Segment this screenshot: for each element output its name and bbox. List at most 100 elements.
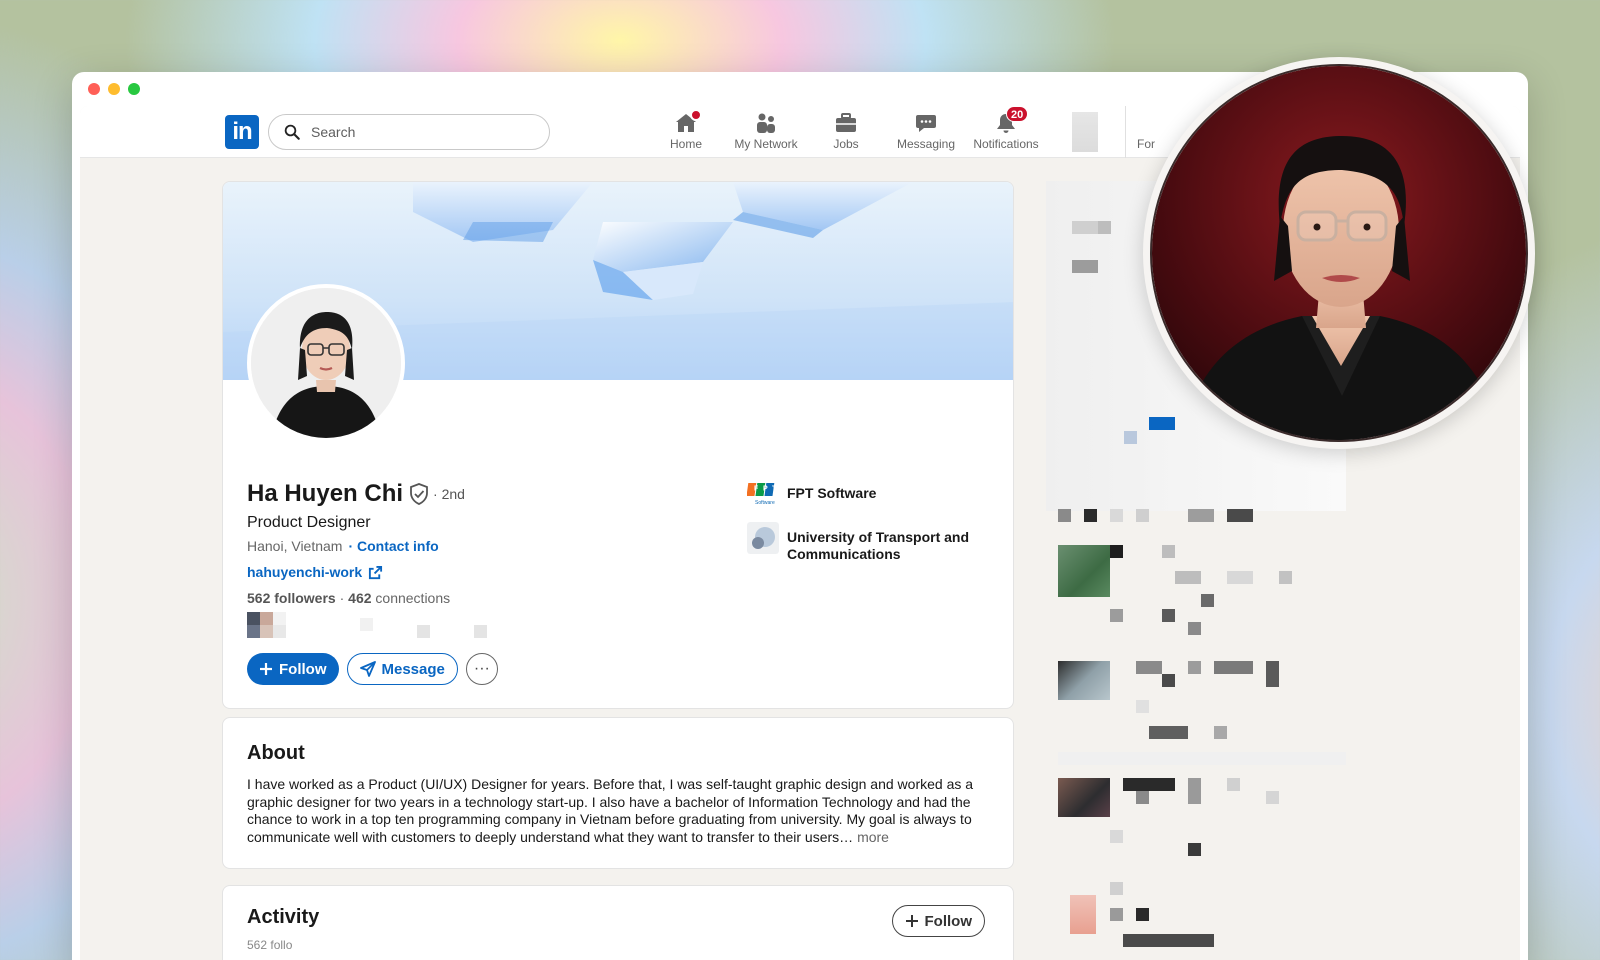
sidebar-block [1227,571,1253,584]
nav-home[interactable]: Home [646,109,726,155]
me-avatar-pixelated[interactable] [1072,112,1098,152]
follow-button[interactable]: Follow [247,653,339,685]
sidebar-block [1162,674,1175,687]
experience-education-list: F P T Software FPT Software University o… [747,478,997,575]
profile-avatar[interactable] [247,284,405,442]
sidebar-block [1123,934,1214,947]
svg-text:P: P [763,486,768,493]
sidebar-block [1149,726,1188,739]
sidebar-block [1084,509,1097,522]
mutual-connections-pixelated[interactable] [247,612,487,638]
svg-text:T: T [772,486,777,493]
sidebar-block [1110,908,1123,921]
more-actions-button[interactable]: ··· [465,653,498,685]
education-item[interactable]: University of Transport and Communicatio… [747,522,997,563]
for-business-label[interactable]: For [1137,137,1155,151]
sidebar-block [1266,661,1279,687]
about-card: About I have worked as a Product (UI/UX)… [222,717,1014,869]
sidebar-block [1110,545,1123,558]
sidebar-block [1110,830,1123,843]
website-link[interactable]: hahuyenchi-work [247,564,383,580]
sidebar-block [1072,260,1098,273]
website-text: hahuyenchi-work [247,564,363,580]
sidebar-block [1214,726,1227,739]
activity-title: Activity [247,906,320,928]
sidebar-block [1201,594,1214,607]
search-icon [284,124,300,140]
sidebar-block [1123,778,1175,791]
zoom-window-button[interactable] [128,83,140,95]
sidebar-avatar-block [1058,545,1110,597]
sidebar-block [1188,778,1201,804]
fpt-logo: F P T Software [747,478,779,510]
sidebar-block [1124,431,1137,444]
search-input[interactable] [311,124,531,140]
profile-photo [251,288,401,438]
sidebar-block [1058,509,1071,522]
magnified-portrait [1150,64,1528,442]
followers-count[interactable]: 562 followers [247,590,336,606]
sidebar-block [1136,908,1149,921]
verified-shield-icon[interactable] [409,483,429,505]
nav-notifications-label: Notifications [973,137,1039,151]
sidebar-block [1110,609,1123,622]
sidebar-block [1214,661,1253,674]
nav-my-network[interactable]: My Network [726,111,806,155]
linkedin-logo[interactable]: in [225,115,259,149]
nav-my-network-label: My Network [734,137,798,151]
contact-info-link[interactable]: · Contact info [348,538,438,554]
sidebar-block [1188,622,1201,635]
nav-jobs[interactable]: Jobs [806,111,886,155]
sidebar-block [1188,509,1214,522]
briefcase-icon [836,113,856,132]
sidebar-avatar-block [1058,661,1110,700]
stats-separator: · [335,590,349,606]
message-button[interactable]: Message [346,653,458,685]
sidebar-block [1266,791,1279,804]
plus-icon [260,663,272,675]
about-more-link[interactable]: more [857,829,889,845]
profile-actions: Follow Message ··· [247,653,498,685]
sidebar-block [1149,417,1175,430]
connections-count[interactable]: 462 [348,590,371,606]
search-box[interactable] [268,114,550,150]
university-logo [747,522,779,554]
sidebar-block [1098,221,1111,234]
minimize-window-button[interactable] [108,83,120,95]
profile-name: Ha Huyen Chi [247,480,404,507]
sidebar-block [1188,843,1201,856]
profile-card: Ha Huyen Chi · 2nd Product Designer Hano… [222,181,1014,709]
profile-headline: Product Designer [247,514,371,531]
nav-jobs-label: Jobs [833,137,859,151]
about-text-block: I have worked as a Product (UI/UX) Desig… [247,776,997,846]
sidebar-block [1227,509,1253,522]
experience-item[interactable]: F P T Software FPT Software [747,478,997,510]
portrait-photo [1152,66,1526,440]
follow-button-label: Follow [279,660,327,678]
about-title: About [247,742,305,764]
sidebar-block [1110,882,1123,895]
activity-follow-button[interactable]: Follow [891,905,985,937]
sidebar-block [1279,571,1292,584]
sidebar-block [1227,778,1240,791]
svg-text:F: F [754,486,759,493]
more-icon: ··· [473,660,490,677]
sidebar-avatar-block [1070,895,1096,934]
logo-text: in [232,118,252,145]
nav-messaging[interactable]: Messaging [886,111,966,155]
activity-card: Activity 562 follo Follow [222,885,1014,960]
company-name: FPT Software [787,485,877,501]
profile-location: Hanoi, Vietnam [247,538,343,554]
svg-text:Software: Software [755,500,775,506]
connection-degree: · 2nd [433,486,465,502]
school-name: University of Transport and Communicatio… [787,529,970,562]
activity-follow-label: Follow [924,912,973,930]
chat-icon [916,115,936,132]
location-row: Hanoi, Vietnam · Contact info [247,538,439,554]
sidebar-avatar-block [1058,778,1110,817]
nav-notifications[interactable]: 20 Notifications [966,106,1046,155]
home-badge-dot [690,109,702,121]
sidebar-block [1136,700,1149,713]
close-window-button[interactable] [88,83,100,95]
sidebar-block [1162,609,1175,622]
